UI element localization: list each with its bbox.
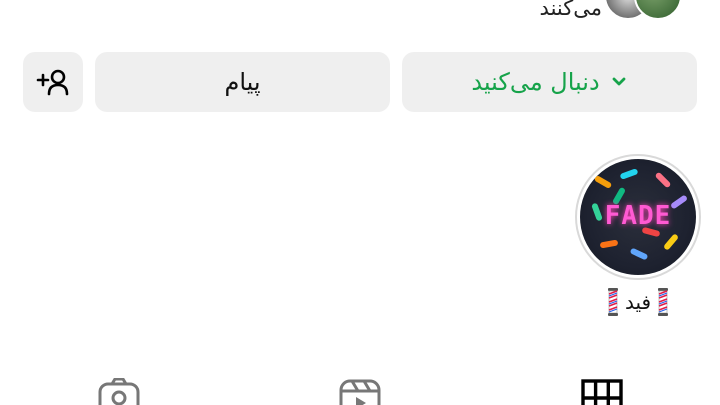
highlight-ring: FADE — [575, 154, 701, 280]
message-label: پیام — [224, 68, 261, 96]
highlight-label-row: فید — [573, 288, 703, 316]
add-person-button[interactable] — [23, 52, 83, 112]
following-button[interactable]: دنبال می‌کنید — [402, 52, 697, 112]
profile-tabs — [0, 370, 720, 405]
story-highlight[interactable]: FADE فید — [573, 154, 703, 316]
grid-icon[interactable] — [580, 378, 624, 405]
highlight-label: فید — [624, 290, 652, 314]
chevron-down-icon — [612, 77, 626, 86]
barber-pole-icon — [658, 288, 669, 316]
highlight-cover: FADE — [580, 159, 696, 275]
highlight-cover-text: FADE — [604, 201, 672, 231]
following-label: دنبال می‌کنید — [471, 68, 600, 96]
followers-strip[interactable]: می‌کنند — [540, 0, 692, 22]
tagged-icon[interactable] — [97, 378, 141, 405]
message-button[interactable]: پیام — [95, 52, 390, 112]
follower-avatars — [604, 0, 692, 22]
barber-pole-icon — [607, 288, 618, 316]
avatar — [634, 0, 682, 20]
reels-icon[interactable] — [338, 378, 382, 405]
profile-screen: می‌کنند پیام دنبال می‌کنید — [0, 0, 720, 405]
profile-actions: پیام دنبال می‌کنید — [23, 52, 697, 112]
add-person-icon — [36, 69, 69, 96]
followers-text: می‌کنند — [539, 0, 602, 20]
